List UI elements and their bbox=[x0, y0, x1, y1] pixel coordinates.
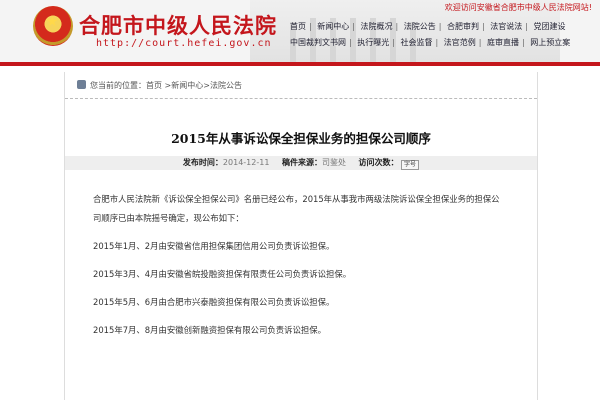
main-nav-row-1: 首页 | 新闻中心 | 法院概况 | 法院公告 | 合肥审判 | 法官说法 | 党团建设 bbox=[288, 21, 568, 32]
court-emblem-icon[interactable]: ★ bbox=[33, 6, 73, 46]
nav-party-building[interactable]: 党团建设 bbox=[532, 21, 568, 32]
main-nav-row-2: 中国裁判文书网 | 执行曝光 | 社会监督 | 法官范例 | 庭审直播 | 网上预立案 bbox=[288, 37, 572, 48]
source-label: 稿件来源： bbox=[281, 158, 322, 167]
nav-judgments-online[interactable]: 中国裁判文书网 bbox=[288, 37, 348, 48]
nav-trial-live[interactable]: 庭审直播 bbox=[485, 37, 521, 48]
welcome-text: 欢迎访问安徽省合肥市中级人民法院网站! bbox=[444, 3, 592, 12]
article-body: 合肥市人民法院新《诉讼保全担保公司》名册已经公布，2015年从事我市两级法院诉讼… bbox=[87, 190, 507, 340]
article-paragraph: 合肥市人民法院新《诉讼保全担保公司》名册已经公布，2015年从事我市两级法院诉讼… bbox=[93, 194, 500, 223]
nav-online-filing[interactable]: 网上预立案 bbox=[528, 37, 572, 48]
nav-court-notices[interactable]: 法院公告 bbox=[402, 21, 438, 32]
article-title: 2015年从事诉讼保全担保业务的担保公司顺序 bbox=[171, 131, 431, 146]
site-url: http://court.hefei.gov.cn bbox=[96, 38, 272, 49]
source-value: 司鉴处 bbox=[321, 158, 346, 167]
nav-home[interactable]: 首页 bbox=[288, 21, 308, 32]
nav-enforcement-exposure[interactable]: 执行曝光 bbox=[355, 37, 391, 48]
nav-judges-talk[interactable]: 法官说法 bbox=[488, 21, 524, 32]
article-meta-bar: 发布时间：2014-12-11 稿件来源：司鉴处 访问次数： 字号 bbox=[65, 156, 537, 170]
article-paragraph: 2015年5月、6月由合肥市兴泰融资担保有限公司负责诉讼担保。 bbox=[93, 297, 335, 307]
site-title[interactable]: 合肥市中级人民法院 bbox=[79, 10, 277, 40]
breadcrumb-divider bbox=[65, 98, 537, 99]
nav-news-center[interactable]: 新闻中心 bbox=[315, 21, 351, 32]
article-paragraph: 2015年1月、2月由安徽省信用担保集团信用公司负责诉讼担保。 bbox=[93, 241, 335, 251]
header-divider bbox=[0, 62, 600, 66]
nav-judge-examples[interactable]: 法官范例 bbox=[442, 37, 478, 48]
font-size-icon[interactable]: 字号 bbox=[401, 160, 420, 170]
home-icon bbox=[77, 80, 86, 89]
article-paragraph: 2015年3月、4月由安徽省皖投融资担保有限责任公司负责诉讼担保。 bbox=[93, 269, 352, 279]
breadcrumb: 您当前的位置：首页 >新闻中心>法院公告 bbox=[65, 78, 537, 99]
article-paragraph: 2015年7月、8月由安徽创新融资担保有限公司负责诉讼担保。 bbox=[93, 325, 326, 335]
breadcrumb-text[interactable]: 您当前的位置：首页 >新闻中心>法院公告 bbox=[90, 81, 242, 90]
site-header: ★ 合肥市中级人民法院 http://court.hefei.gov.cn 欢迎… bbox=[0, 0, 600, 62]
visits-label: 访问次数： bbox=[358, 158, 399, 167]
publish-date: 2014-12-11 bbox=[222, 158, 270, 167]
nav-court-overview[interactable]: 法院概况 bbox=[359, 21, 395, 32]
content-panel: 您当前的位置：首页 >新闻中心>法院公告 2015年从事诉讼保全担保业务的担保公… bbox=[64, 72, 538, 400]
nav-hefei-trials[interactable]: 合肥审判 bbox=[445, 21, 481, 32]
nav-public-supervision[interactable]: 社会监督 bbox=[399, 37, 435, 48]
publish-time-label: 发布时间： bbox=[182, 158, 223, 167]
